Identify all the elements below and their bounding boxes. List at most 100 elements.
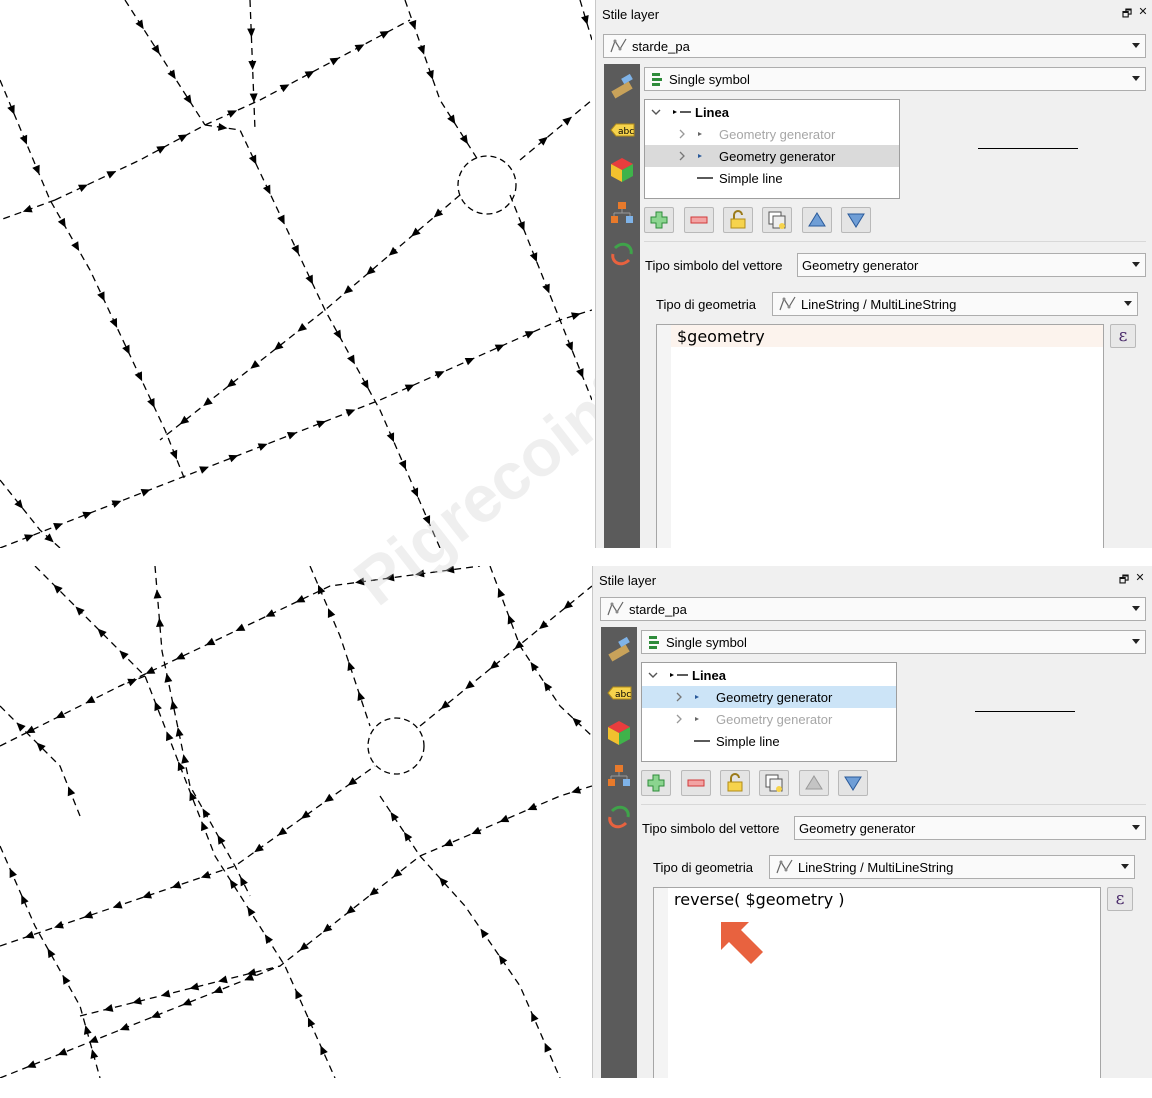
direction-arrow (398, 459, 407, 470)
tree-root-label: Linea (692, 667, 726, 683)
label-abc-icon[interactable]: abc (608, 116, 636, 144)
add-symbol-layer-button[interactable] (641, 770, 671, 796)
map-canvas-top[interactable] (0, 0, 592, 548)
direction-arrow (408, 19, 417, 30)
direction-arrow (153, 589, 162, 599)
move-down-icon (847, 213, 865, 228)
expression-builder-button[interactable]: ε (1107, 887, 1133, 911)
tree-row-item[interactable]: Simple line (645, 167, 899, 189)
duplicate-icon (768, 211, 786, 229)
direction-arrow (83, 910, 94, 919)
float-panel-icon[interactable]: 🗗 (1117, 571, 1131, 590)
direction-arrow (203, 397, 213, 406)
direction-arrow (507, 614, 516, 625)
road-line (0, 705, 81, 817)
direction-arrow (217, 122, 228, 131)
road-line (0, 566, 481, 747)
duplicate-button[interactable] (762, 207, 792, 233)
direction-arrow (228, 454, 239, 463)
lock-button[interactable] (723, 207, 753, 233)
history-undo-icon[interactable] (605, 803, 633, 831)
direction-arrow (415, 569, 425, 578)
direction-arrow (62, 974, 71, 985)
add-symbol-layer-button[interactable] (644, 207, 674, 233)
move-up-button[interactable] (802, 207, 832, 233)
3d-cube-icon[interactable] (608, 156, 636, 184)
move-down-button[interactable] (838, 770, 868, 796)
direction-arrow (434, 371, 445, 379)
chevron-down-icon (1121, 864, 1129, 869)
lock-button[interactable] (720, 770, 750, 796)
float-panel-icon[interactable]: 🗗 (1120, 5, 1134, 24)
hierarchy-icon[interactable] (608, 200, 636, 228)
direction-arrow (90, 1049, 99, 1059)
direction-arrow (279, 84, 290, 93)
direction-arrow (570, 312, 581, 321)
direction-arrow (156, 617, 165, 628)
chevron-down-icon (1132, 43, 1140, 48)
renderer-selector[interactable]: Single symbol (644, 67, 1146, 91)
move-up-button[interactable] (799, 770, 829, 796)
direction-arrow (182, 998, 192, 1006)
layer-selector[interactable]: starde_pa (603, 34, 1146, 58)
single-symbol-icon (649, 71, 665, 87)
direction-arrow (150, 1010, 161, 1019)
label-abc-icon[interactable]: abc (605, 679, 633, 707)
tree-row-item[interactable]: Simple line (642, 730, 896, 752)
symbol-type-select[interactable]: Geometry generator (794, 816, 1146, 840)
chevron-right-icon (676, 714, 682, 724)
remove-symbol-layer-icon (687, 779, 705, 787)
direction-arrow (213, 985, 223, 994)
direction-arrow (235, 623, 246, 632)
map-canvas-bottom[interactable] (0, 566, 592, 1078)
tree-row-item[interactable]: Geometry generator (642, 708, 896, 730)
direction-arrow (343, 285, 354, 295)
divider (641, 804, 1146, 805)
paint-brush-icon[interactable] (608, 72, 636, 100)
remove-symbol-layer-button[interactable] (681, 770, 711, 796)
direction-arrow (175, 727, 184, 737)
3d-cube-icon[interactable] (605, 719, 633, 747)
close-panel-icon[interactable]: ✕ (1133, 571, 1147, 584)
direction-arrow (542, 283, 550, 294)
symbol-type-select[interactable]: Geometry generator (797, 253, 1146, 277)
renderer-selector[interactable]: Single symbol (641, 630, 1146, 654)
direction-arrow (347, 777, 358, 786)
chevron-right-icon (679, 129, 685, 139)
direction-arrow (247, 28, 256, 38)
editor-gutter (657, 325, 671, 548)
tree-row-item[interactable]: Geometry generator (645, 123, 899, 145)
tree-row-root[interactable]: Linea (642, 664, 896, 686)
layer-name: starde_pa (632, 38, 690, 54)
duplicate-button[interactable] (759, 770, 789, 796)
direction-arrow (154, 701, 162, 712)
remove-symbol-layer-button[interactable] (684, 207, 714, 233)
history-undo-icon[interactable] (608, 240, 636, 268)
expression-editor[interactable]: $geometry (656, 324, 1104, 548)
expression-builder-button[interactable]: ε (1110, 324, 1136, 348)
tree-row-root[interactable]: Linea (645, 101, 899, 123)
tree-item-label: Geometry generator (716, 711, 833, 727)
direction-arrow (581, 15, 589, 25)
tree-row-item-selected[interactable]: Geometry generator (645, 145, 899, 167)
direction-arrow (54, 920, 64, 929)
direction-arrow (369, 887, 379, 896)
direction-arrow (392, 868, 403, 878)
direction-arrow (250, 360, 260, 369)
geometry-type-select[interactable]: LineString / MultiLineString (772, 292, 1138, 316)
arrow-marker-icon (695, 717, 699, 721)
move-down-button[interactable] (841, 207, 871, 233)
layer-selector[interactable]: starde_pa (600, 597, 1146, 621)
chevron-down-icon (1132, 76, 1140, 81)
direction-arrow (480, 928, 489, 939)
hierarchy-icon[interactable] (605, 763, 633, 791)
direction-arrow (134, 371, 143, 382)
paint-brush-icon[interactable] (605, 635, 633, 663)
geometry-type-select[interactable]: LineString / MultiLineString (769, 855, 1135, 879)
direction-arrow (543, 681, 553, 692)
tree-root-label: Linea (695, 104, 729, 120)
close-panel-icon[interactable]: ✕ (1136, 5, 1150, 18)
direction-arrow (257, 443, 268, 451)
tree-row-item-selected[interactable]: Geometry generator (642, 686, 896, 708)
direction-arrow (217, 834, 226, 845)
